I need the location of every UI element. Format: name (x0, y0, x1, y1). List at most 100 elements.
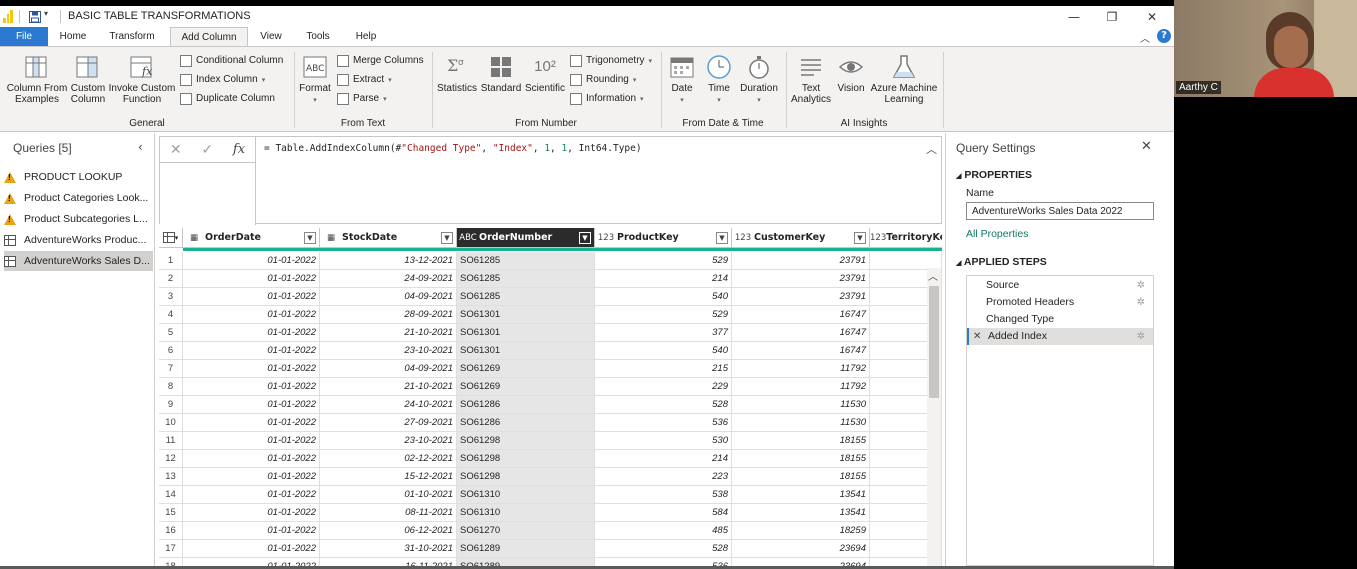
stockdate-cell[interactable]: 21-10-2021 (320, 324, 457, 342)
customerkey-cell[interactable]: 16747 (732, 324, 870, 342)
stockdate-cell[interactable]: 02-12-2021 (320, 450, 457, 468)
productkey-cell[interactable]: 529 (595, 252, 732, 270)
row-number-cell[interactable]: 14 (159, 486, 183, 504)
tab-view[interactable]: View (252, 27, 290, 46)
row-number-cell[interactable]: 16 (159, 522, 183, 540)
orderdate-cell[interactable]: 01-01-2022 (183, 288, 320, 306)
stockdate-cell[interactable]: 23-10-2021 (320, 342, 457, 360)
rounding-button[interactable]: Rounding ▾ (570, 72, 636, 87)
ordernumber-cell[interactable]: SO61298 (457, 432, 595, 450)
all-properties-link[interactable]: All Properties (966, 228, 1028, 240)
filter-dropdown-icon[interactable]: ▼ (441, 232, 453, 244)
ordernumber-cell[interactable]: SO61301 (457, 306, 595, 324)
step-added-index[interactable]: ✕ Added Index ✲ (967, 328, 1153, 345)
stockdate-cell[interactable]: 21-10-2021 (320, 378, 457, 396)
productkey-cell[interactable]: 584 (595, 504, 732, 522)
fx-icon[interactable]: fx (233, 142, 245, 157)
gear-icon[interactable]: ✲ (1137, 294, 1145, 311)
applied-steps-section[interactable]: ◢ APPLIED STEPS (956, 256, 1047, 268)
orderdate-cell[interactable]: 01-01-2022 (183, 360, 320, 378)
customerkey-cell[interactable]: 16747 (732, 306, 870, 324)
filter-dropdown-icon[interactable]: ▼ (579, 232, 591, 244)
row-number-cell[interactable]: 4 (159, 306, 183, 324)
customerkey-cell[interactable]: 23791 (732, 270, 870, 288)
orderdate-cell[interactable]: 01-01-2022 (183, 522, 320, 540)
column-header-customerkey[interactable]: 123 CustomerKey ▼ (732, 228, 870, 248)
stockdate-cell[interactable]: 08-11-2021 (320, 504, 457, 522)
vision-button[interactable]: Vision (834, 54, 868, 94)
row-number-cell[interactable]: 9 (159, 396, 183, 414)
information-button[interactable]: Information ▾ (570, 91, 644, 106)
orderdate-cell[interactable]: 01-01-2022 (183, 378, 320, 396)
orderdate-cell[interactable]: 01-01-2022 (183, 486, 320, 504)
customerkey-cell[interactable]: 13541 (732, 504, 870, 522)
productkey-cell[interactable]: 377 (595, 324, 732, 342)
stockdate-cell[interactable]: 23-10-2021 (320, 432, 457, 450)
tab-add-column[interactable]: Add Column (170, 27, 248, 47)
ordernumber-cell[interactable]: SO61285 (457, 252, 595, 270)
orderdate-cell[interactable]: 01-01-2022 (183, 432, 320, 450)
stockdate-cell[interactable]: 04-09-2021 (320, 288, 457, 306)
orderdate-cell[interactable]: 01-01-2022 (183, 324, 320, 342)
cancel-formula-icon[interactable]: ✕ (170, 142, 182, 158)
tab-file[interactable]: File (0, 27, 48, 46)
date-type-icon[interactable]: ▦ (183, 233, 205, 243)
duration-button[interactable]: Duration ▾ (737, 54, 781, 106)
stockdate-cell[interactable]: 13-12-2021 (320, 252, 457, 270)
orderdate-cell[interactable]: 01-01-2022 (183, 414, 320, 432)
text-type-icon[interactable]: ABC (457, 233, 479, 243)
date-type-icon[interactable]: ▦ (320, 233, 342, 243)
collapse-ribbon-icon[interactable]: ︿ (1140, 30, 1150, 45)
commit-formula-icon[interactable]: ✓ (201, 142, 213, 158)
table-menu-button[interactable]: ▾ (159, 228, 183, 248)
ordernumber-cell[interactable]: SO61285 (457, 270, 595, 288)
orderdate-cell[interactable]: 01-01-2022 (183, 342, 320, 360)
customerkey-cell[interactable]: 23694 (732, 540, 870, 558)
orderdate-cell[interactable]: 01-01-2022 (183, 396, 320, 414)
save-icon[interactable] (29, 11, 41, 23)
number-type-icon[interactable]: 123 (732, 233, 754, 243)
productkey-cell[interactable]: 214 (595, 270, 732, 288)
ordernumber-cell[interactable]: SO61286 (457, 396, 595, 414)
filter-dropdown-icon[interactable]: ▼ (716, 232, 728, 244)
ordernumber-cell[interactable]: SO61301 (457, 342, 595, 360)
productkey-cell[interactable]: 229 (595, 378, 732, 396)
stockdate-cell[interactable]: 06-12-2021 (320, 522, 457, 540)
vertical-scrollbar[interactable]: ︿ (927, 268, 941, 566)
orderdate-cell[interactable]: 01-01-2022 (183, 450, 320, 468)
ordernumber-cell[interactable]: SO61310 (457, 504, 595, 522)
tab-help[interactable]: Help (346, 27, 386, 46)
query-item-adventureworks-sales[interactable]: AdventureWorks Sales D... (4, 251, 153, 271)
customerkey-cell[interactable]: 23791 (732, 252, 870, 270)
formula-input[interactable]: = Table.AddIndexColumn(#"Changed Type" , … (264, 143, 642, 154)
filter-dropdown-icon[interactable]: ▼ (854, 232, 866, 244)
text-analytics-button[interactable]: Text Analytics (790, 54, 832, 105)
query-name-input[interactable] (966, 202, 1154, 220)
merge-columns-button[interactable]: Merge Columns (337, 53, 424, 68)
orderdate-cell[interactable]: 01-01-2022 (183, 558, 320, 566)
row-number-cell[interactable]: 5 (159, 324, 183, 342)
scroll-up-icon[interactable]: ︿ (928, 268, 938, 283)
orderdate-cell[interactable]: 01-01-2022 (183, 504, 320, 522)
row-number-cell[interactable]: 10 (159, 414, 183, 432)
stockdate-cell[interactable]: 16-11-2021 (320, 558, 457, 566)
trigonometry-button[interactable]: Trigonometry ▾ (570, 53, 652, 68)
date-button[interactable]: Date ▾ (664, 54, 700, 106)
ordernumber-cell[interactable]: SO61301 (457, 324, 595, 342)
number-type-icon[interactable]: 123 (595, 233, 617, 243)
ordernumber-cell[interactable]: SO61298 (457, 468, 595, 486)
invoke-custom-function-button[interactable]: fx Invoke Custom Function (108, 54, 176, 105)
productkey-cell[interactable]: 485 (595, 522, 732, 540)
stockdate-cell[interactable]: 01-10-2021 (320, 486, 457, 504)
customerkey-cell[interactable]: 18259 (732, 522, 870, 540)
column-header-productkey[interactable]: 123 ProductKey ▼ (595, 228, 732, 248)
stockdate-cell[interactable]: 31-10-2021 (320, 540, 457, 558)
customerkey-cell[interactable]: 18155 (732, 432, 870, 450)
format-button[interactable]: ABC Format ▾ (298, 54, 332, 106)
row-number-cell[interactable]: 6 (159, 342, 183, 360)
productkey-cell[interactable]: 215 (595, 360, 732, 378)
customerkey-cell[interactable]: 18155 (732, 468, 870, 486)
ordernumber-cell[interactable]: SO61286 (457, 414, 595, 432)
stockdate-cell[interactable]: 24-10-2021 (320, 396, 457, 414)
orderdate-cell[interactable]: 01-01-2022 (183, 252, 320, 270)
